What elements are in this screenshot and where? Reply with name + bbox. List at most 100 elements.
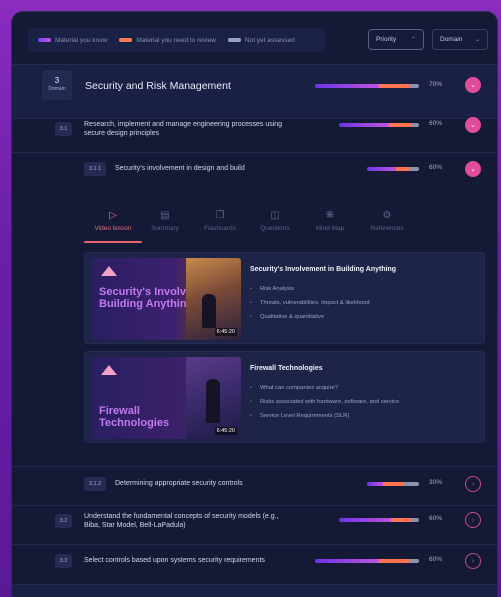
- video-thumbnail[interactable]: Security's Involvement in Building Anyth…: [91, 258, 241, 340]
- section-33-percent: 60%: [429, 556, 443, 563]
- progress-segment-review: [388, 123, 411, 127]
- domain-progress-bar: [315, 84, 419, 88]
- active-tab-indicator: [84, 241, 142, 243]
- section-32-progress-bar: [339, 518, 419, 522]
- progress-segment-know: [315, 559, 380, 563]
- priority-dropdown[interactable]: Priority ⌃: [368, 29, 424, 50]
- tab-label: Flashcards: [204, 225, 236, 232]
- video-topic: Service Level Requirements (SLR): [250, 413, 399, 419]
- section-code-badge: 3.3: [55, 554, 72, 568]
- progress-segment-know: [339, 123, 389, 127]
- progress-segment-know: [339, 518, 391, 522]
- progress-segment-know: [367, 482, 383, 486]
- video-thumbnail[interactable]: Firewall Technologies 6:45:20: [91, 357, 241, 439]
- domain-number-label: Domain: [48, 86, 66, 92]
- section-31-percent: 60%: [429, 120, 443, 127]
- tab-flashcards[interactable]: ❐ Flashcards: [197, 210, 243, 232]
- section-31-title-line2: secure design principles: [84, 130, 160, 137]
- progress-segment-know: [367, 167, 396, 171]
- tab-video-lesson[interactable]: ▷ Video lesson: [84, 210, 142, 232]
- progress-legend: Material you know Material you need to r…: [28, 28, 326, 52]
- legend-swatch-review: [119, 38, 133, 42]
- progress-segment-know: [315, 84, 380, 88]
- video-topics: What can companies acquire? Risks associ…: [250, 385, 399, 427]
- tab-mind-map[interactable]: ❋ Mind Map: [307, 210, 353, 232]
- progress-segment-review: [379, 559, 409, 563]
- section-32-title-line2: Biba, Star Model, Bell-LaPadula): [84, 522, 186, 529]
- video-topic: Qualitative & quantitative: [250, 314, 370, 320]
- video-duration: 6:45:20: [214, 427, 237, 435]
- progress-segment-review: [379, 84, 409, 88]
- expand-chevron-icon[interactable]: ›: [465, 553, 481, 569]
- progress-segment-review: [395, 167, 409, 171]
- video-topic: Threats, vulnerabilities, impact & likel…: [250, 300, 370, 306]
- video-card[interactable]: Security's Involvement in Building Anyth…: [84, 252, 485, 344]
- domain-dropdown[interactable]: Domain ⌄: [432, 29, 488, 50]
- logo-triangle-icon: [101, 266, 117, 276]
- video-topic: Risk Analysis: [250, 286, 370, 292]
- section-31-title[interactable]: Research, implement and manage engineeri…: [84, 120, 282, 138]
- video-card[interactable]: Firewall Technologies 6:45:20 Firewall T…: [84, 351, 485, 443]
- progress-segment-unassessed: [411, 518, 419, 522]
- progress-segment-review: [382, 482, 404, 486]
- section-311-title[interactable]: Security's involvement in design and bui…: [115, 164, 245, 173]
- legend-label: Material you know: [55, 36, 108, 44]
- legend-item-review: Material you need to review: [119, 37, 216, 44]
- section-312-progress-bar: [367, 482, 419, 486]
- section-312-title[interactable]: Determining appropriate security control…: [115, 479, 243, 488]
- tab-questions[interactable]: ◫ Questions: [252, 210, 298, 232]
- progress-segment-review: [391, 518, 411, 522]
- domain-title: Security and Risk Management: [85, 80, 231, 92]
- section-code-badge: 3.1: [55, 122, 72, 136]
- legend-swatch-unassessed: [227, 38, 241, 42]
- tab-label: Questions: [260, 225, 290, 232]
- legend-item-know: Material you know: [38, 37, 107, 44]
- progress-segment-unassessed: [410, 123, 419, 127]
- video-topic: What can companies acquire?: [250, 385, 399, 391]
- tab-references[interactable]: ⚙ References: [362, 210, 412, 232]
- section-33-title[interactable]: Select controls based upon systems secur…: [84, 556, 265, 565]
- logo-triangle-icon: [101, 365, 117, 375]
- references-icon: ⚙: [382, 210, 392, 221]
- domain-dropdown-label: Domain: [440, 36, 463, 43]
- section-32-percent: 60%: [429, 515, 443, 522]
- divider: [12, 505, 497, 506]
- priority-dropdown-label: Priority: [376, 36, 397, 43]
- section-31-title-line1: Research, implement and manage engineeri…: [84, 121, 283, 128]
- divider: [12, 152, 497, 153]
- progress-segment-unassessed: [408, 167, 419, 171]
- tab-label: Mind Map: [315, 225, 345, 232]
- section-code-badge: 3.1.2: [84, 477, 106, 491]
- section-32-title-line1: Understand the fundamental concepts of s…: [84, 513, 279, 520]
- section-31-progress-bar: [339, 123, 419, 127]
- progress-segment-unassessed: [403, 482, 419, 486]
- video-topics: Risk Analysis Threats, vulnerabilities, …: [250, 286, 370, 328]
- collapse-chevron-icon[interactable]: ⌄: [465, 161, 481, 177]
- section-311-percent: 60%: [429, 164, 443, 171]
- collapse-chevron-icon[interactable]: ⌄: [465, 77, 481, 93]
- domain-badge: 3 Domain: [42, 70, 72, 100]
- tab-label: Summary: [151, 225, 179, 232]
- collapse-chevron-icon[interactable]: ⌄: [465, 117, 481, 133]
- section-311-progress-bar: [367, 167, 419, 171]
- video-title: Security's Involvement in Building Anyth…: [250, 266, 397, 273]
- flashcards-icon: ❐: [215, 210, 225, 221]
- video-topic: Risks associated with hardware, software…: [250, 399, 399, 405]
- next-domain-row[interactable]: [12, 585, 497, 597]
- section-code-badge: 3.2: [55, 514, 72, 528]
- chevron-down-icon: ⌄: [474, 37, 480, 43]
- expand-chevron-icon[interactable]: ›: [465, 476, 481, 492]
- app-frame: Material you know Material you need to r…: [11, 11, 498, 597]
- tab-label: References: [370, 225, 404, 232]
- tab-summary[interactable]: ▤ Summary: [142, 210, 188, 232]
- section-33-progress-bar: [315, 559, 419, 563]
- video-duration: 6:45:20: [214, 328, 237, 336]
- domain-number: 3: [54, 76, 60, 85]
- progress-segment-unassessed: [408, 84, 419, 88]
- legend-swatch-know: [38, 38, 51, 42]
- legend-label: Material you need to review: [136, 36, 216, 44]
- questions-icon: ◫: [270, 210, 280, 221]
- expand-chevron-icon[interactable]: ›: [465, 512, 481, 528]
- section-32-title[interactable]: Understand the fundamental concepts of s…: [84, 512, 279, 530]
- section-312-percent: 30%: [429, 479, 443, 486]
